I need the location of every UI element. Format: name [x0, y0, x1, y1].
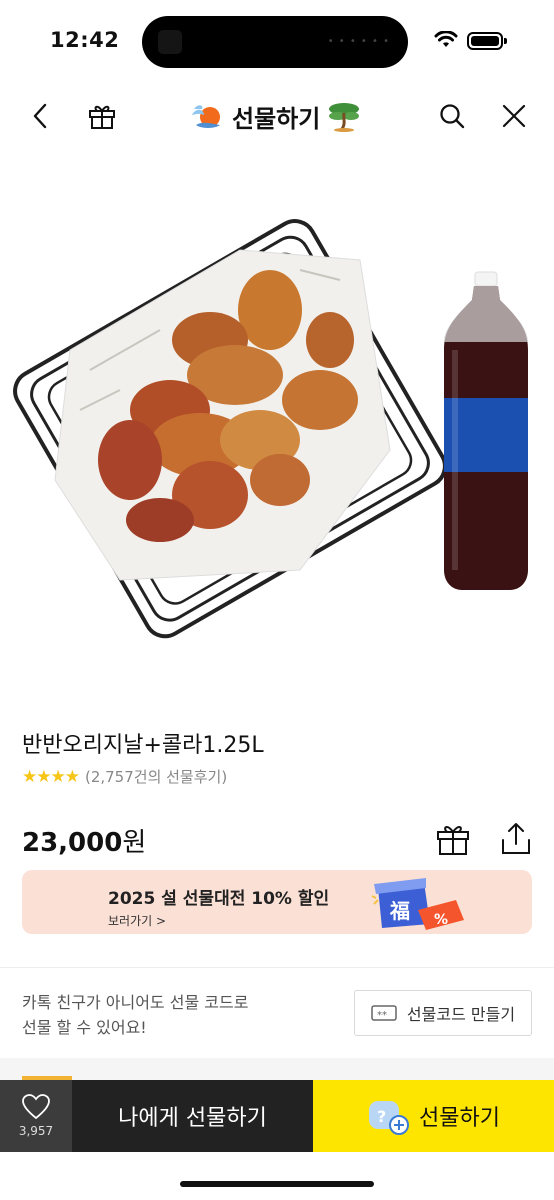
create-gift-code-label: 선물코드 만들기: [406, 1005, 516, 1024]
dynamic-island: • • • • • •: [142, 16, 408, 68]
section-divider: [0, 967, 554, 968]
status-bar: 12:42 • • • • • •: [0, 0, 554, 84]
svg-text:**: **: [377, 1010, 387, 1021]
gift-icon: [89, 105, 115, 129]
gift-code-line2: 선물 할 수 있어요!: [22, 1018, 147, 1037]
search-icon: [440, 104, 465, 129]
status-time: 12:42: [50, 28, 120, 52]
sensor-dots: • • • • • •: [327, 36, 390, 47]
heart-icon: [22, 1094, 50, 1120]
review-count: (2,757건의 선물후기): [84, 768, 228, 786]
gift-code-description: 카톡 친구가 아니어도 선물 코드로 선물 할 수 있어요!: [22, 990, 342, 1040]
rating-row[interactable]: ★★★★ (2,757건의 선물후기): [22, 766, 227, 787]
close-icon: [502, 104, 526, 128]
chevron-left-icon: [33, 103, 47, 129]
wish-count: 3,957: [18, 1124, 54, 1138]
back-button[interactable]: [20, 96, 60, 136]
svg-text:%: %: [434, 912, 448, 928]
star-rating-icon: ★★★★: [22, 766, 80, 787]
sun-cloud-logo-icon: [192, 105, 220, 128]
gift-box-button[interactable]: [82, 96, 122, 136]
home-area: [0, 1152, 554, 1200]
svg-text:?: ?: [377, 1107, 386, 1126]
wifi-icon: [434, 31, 458, 47]
promo-link[interactable]: 보러가기 >: [108, 912, 166, 929]
camera-icon: [158, 30, 182, 54]
section-gap: [0, 1058, 554, 1080]
share-icon: [502, 823, 530, 854]
add-friend-gift-icon: ?: [369, 1101, 410, 1135]
pine-tree-logo-icon: [329, 103, 360, 132]
top-nav: 선물하기: [0, 86, 554, 146]
battery-icon: [467, 32, 507, 50]
promo-title: 2025 설 선물대전 10% 할인: [108, 889, 330, 909]
bottom-action-bar: 3,957 나에게 선물하기 ? 선물하기: [0, 1080, 554, 1152]
close-button[interactable]: [494, 96, 534, 136]
price: 23,000원: [22, 822, 146, 859]
price-value: 23,000: [22, 828, 123, 858]
share-button[interactable]: [498, 820, 534, 858]
price-currency: 원: [122, 828, 147, 858]
home-indicator[interactable]: [180, 1181, 374, 1187]
gift-icon: [437, 826, 469, 855]
search-button[interactable]: [432, 96, 472, 136]
ticket-icon: **: [371, 1005, 397, 1021]
gift-to-self-button[interactable]: 나에게 선물하기: [72, 1080, 313, 1152]
gift-code-line1: 카톡 친구가 아니어도 선물 코드로: [22, 993, 249, 1012]
send-gift-button[interactable]: ? 선물하기: [313, 1080, 554, 1152]
promo-banner[interactable]: 2025 설 선물대전 10% 할인 보러가기 > 福 %: [22, 870, 532, 934]
wishlist-button[interactable]: 3,957: [0, 1080, 72, 1152]
lucky-pouch-coupon-icon: 福 %: [371, 878, 464, 930]
create-gift-code-button[interactable]: ** 선물코드 만들기: [354, 990, 532, 1036]
page-title: 선물하기: [232, 104, 321, 133]
product-image[interactable]: [0, 150, 554, 690]
gift-logo[interactable]: 선물하기: [190, 98, 362, 134]
cola-bottle-icon: [444, 271, 528, 590]
product-name: 반반오리지날+콜라1.25L: [22, 733, 264, 758]
gift-wrap-button[interactable]: [434, 820, 472, 858]
send-gift-label: 선물하기: [419, 1106, 500, 1131]
gift-to-self-label: 나에게 선물하기: [118, 1106, 267, 1131]
svg-text:福: 福: [389, 899, 410, 923]
product-illustration: [13, 219, 528, 639]
